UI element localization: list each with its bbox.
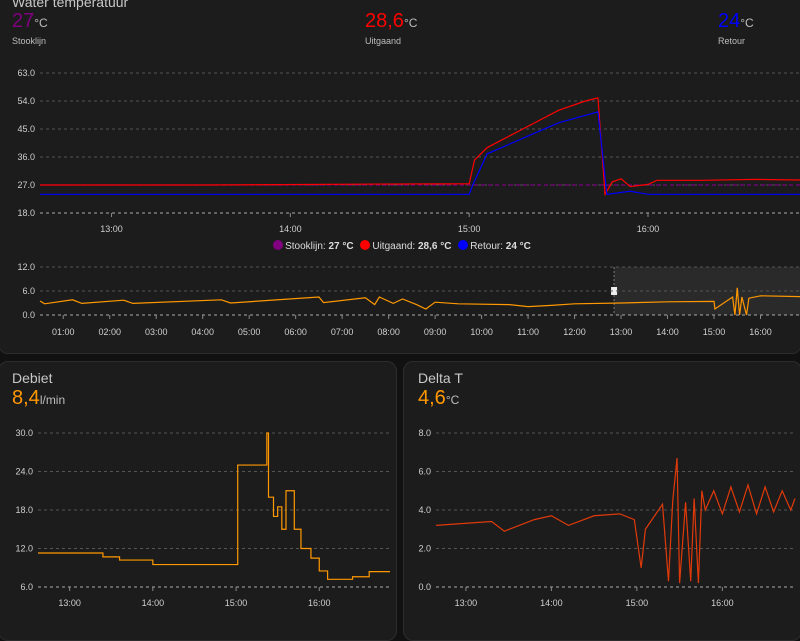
x-tick-label: 16:00: [711, 598, 734, 608]
y-tick-label: 12.0: [17, 262, 35, 272]
y-tick-label: 12.0: [15, 544, 33, 554]
x-tick-label: 16:00: [749, 327, 772, 337]
x-tick-label: 04:00: [191, 327, 214, 337]
x-tick-label: 12:00: [563, 327, 586, 337]
series-line-delta-t: [435, 457, 796, 584]
x-tick-label: 07:00: [331, 327, 354, 337]
y-tick-label: 6.0: [20, 582, 33, 592]
x-tick-label: 14:00: [142, 598, 165, 608]
x-tick-label: 13:00: [58, 598, 81, 608]
y-tick-label: 0.0: [22, 310, 35, 320]
y-tick-label: 0.0: [418, 582, 431, 592]
x-tick-label: 06:00: [284, 327, 307, 337]
x-tick-label: 13:00: [610, 327, 633, 337]
series-line-debiet: [38, 432, 390, 580]
series-line-retour: [40, 111, 800, 196]
x-tick-label: 14:00: [279, 224, 302, 234]
y-tick-label: 27.0: [17, 180, 35, 190]
y-tick-label: 2.0: [418, 544, 431, 554]
x-tick-label: 16:00: [637, 224, 660, 234]
x-tick-label: 16:00: [308, 598, 331, 608]
y-tick-label: 18.0: [15, 505, 33, 515]
y-tick-label: 30.0: [15, 428, 33, 438]
y-tick-label: 18.0: [17, 208, 35, 218]
x-tick-label: 09:00: [424, 327, 447, 337]
y-tick-label: 63.0: [17, 68, 35, 78]
charts[interactable]: 18.0 27.0 36.0 45.0 54.0 63.0 13:00 14:00 15:00 1…: [0, 0, 800, 628]
x-tick-label: 15:00: [458, 224, 481, 234]
y-tick-label: 45.0: [17, 124, 35, 134]
x-tick-label: 14:00: [656, 327, 679, 337]
x-tick-label: 11:00: [517, 327, 539, 337]
x-tick-label: 05:00: [238, 327, 261, 337]
y-tick-label: 24.0: [15, 467, 33, 477]
y-tick-label: 54.0: [17, 96, 35, 106]
x-tick-label: 08:00: [377, 327, 400, 337]
y-tick-label: 6.0: [22, 286, 35, 296]
x-tick-label: 13:00: [100, 224, 123, 234]
y-tick-label: 36.0: [17, 152, 35, 162]
y-tick-label: 4.0: [418, 505, 431, 515]
x-tick-label: 03:00: [145, 327, 168, 337]
x-tick-label: 14:00: [540, 598, 563, 608]
y-tick-label: 8.0: [418, 428, 431, 438]
series-line-uitgaand: [40, 97, 800, 197]
x-tick-label: 15:00: [626, 598, 649, 608]
x-tick-label: 01:00: [52, 327, 75, 337]
x-tick-label: 02:00: [98, 327, 121, 337]
x-tick-label: 13:00: [455, 598, 478, 608]
y-tick-label: 6.0: [418, 467, 431, 477]
x-tick-label: 15:00: [225, 598, 248, 608]
x-tick-label: 10:00: [470, 327, 493, 337]
x-tick-label: 15:00: [703, 327, 726, 337]
